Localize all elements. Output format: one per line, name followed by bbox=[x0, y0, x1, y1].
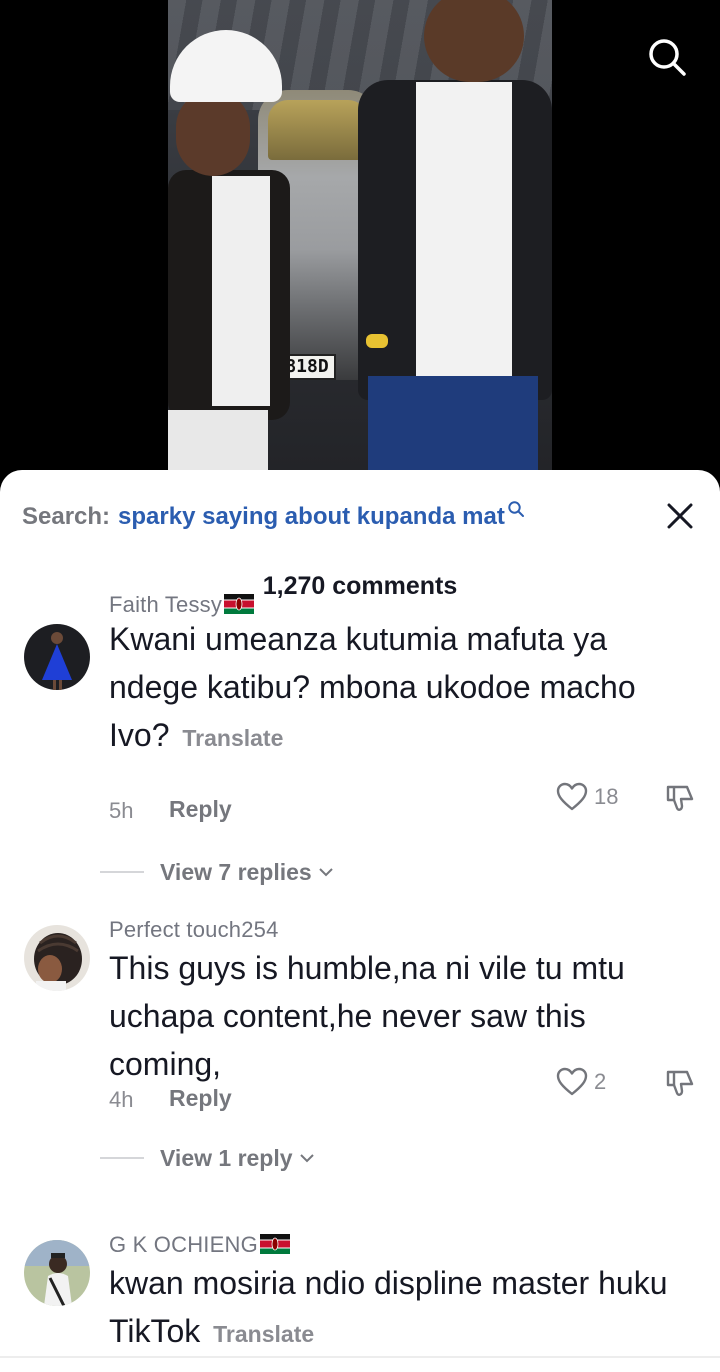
avatar[interactable] bbox=[24, 1240, 90, 1306]
like-count: 18 bbox=[594, 784, 619, 809]
person-left-pants bbox=[168, 410, 268, 470]
avatar-image bbox=[24, 925, 90, 991]
reply-button[interactable]: Reply bbox=[169, 1085, 232, 1112]
avatar[interactable] bbox=[24, 624, 90, 690]
comment-text: kwan mosiria ndio displine master huku T… bbox=[109, 1259, 699, 1358]
search-suggestion[interactable]: Search: sparky saying about kupanda mat bbox=[22, 500, 525, 534]
like-button[interactable]: 18 bbox=[556, 780, 626, 814]
divider bbox=[100, 1157, 144, 1159]
person-left-head bbox=[176, 90, 250, 176]
comment-item: Perfect touch254 This guys is humble,na … bbox=[0, 910, 720, 1210]
comment-time: 5h bbox=[109, 798, 134, 823]
comment-time: 4h bbox=[109, 1087, 134, 1112]
chevron-down-icon bbox=[319, 868, 333, 877]
translate-link[interactable]: Translate bbox=[182, 725, 283, 751]
person-right-jeans bbox=[368, 376, 538, 470]
search-icon bbox=[508, 501, 524, 517]
person-right-wristband bbox=[366, 334, 388, 348]
avatar-image bbox=[24, 624, 90, 690]
like-button[interactable]: 2 bbox=[556, 1065, 626, 1099]
video-frame: 818D bbox=[168, 0, 552, 470]
translate-link[interactable]: Translate bbox=[213, 1321, 314, 1347]
dislike-icon[interactable] bbox=[664, 782, 696, 814]
comment-text-body: kwan mosiria ndio displine master huku T… bbox=[109, 1265, 668, 1349]
close-icon[interactable] bbox=[664, 500, 696, 532]
comment-item: G K OCHIENG kwan mosiria ndio displine m… bbox=[0, 1225, 720, 1372]
comment-text-body: This guys is humble,na ni vile tu mtu uc… bbox=[109, 950, 625, 1082]
comment-item: Faith Tessy Kwani umeanza kutumia mafuta… bbox=[0, 592, 720, 900]
video-player[interactable]: 818D bbox=[0, 0, 720, 500]
view-replies-button[interactable]: View 1 reply bbox=[100, 1142, 315, 1174]
search-icon[interactable] bbox=[646, 36, 688, 78]
view-replies-text: View 1 reply bbox=[160, 1144, 293, 1171]
bottom-divider bbox=[0, 1356, 720, 1358]
search-prefix: Search: bbox=[22, 503, 111, 530]
person-left bbox=[168, 30, 290, 470]
comments-count: 1,270 comments bbox=[262, 572, 458, 600]
chevron-down-icon bbox=[299, 1154, 314, 1163]
comment-username[interactable]: Perfect touch254 bbox=[109, 917, 279, 943]
person-right-shirt bbox=[416, 82, 512, 386]
comment-text: Kwani umeanza kutumia mafuta ya ndege ka… bbox=[109, 615, 699, 762]
username-text: G K OCHIENG bbox=[109, 1232, 258, 1257]
search-query-link[interactable]: sparky saying about kupanda mat bbox=[118, 503, 505, 531]
dislike-icon[interactable] bbox=[664, 1067, 696, 1099]
heart-icon bbox=[556, 782, 588, 811]
comments-sheet: Search: sparky saying about kupanda mat … bbox=[0, 470, 720, 1372]
reply-button[interactable]: Reply bbox=[169, 796, 232, 823]
avatar[interactable] bbox=[24, 925, 90, 991]
kenya-flag-icon bbox=[224, 594, 255, 614]
avatar-image bbox=[24, 1240, 90, 1306]
person-right bbox=[358, 0, 552, 470]
username-text: Faith Tessy bbox=[109, 592, 223, 617]
comment-username[interactable]: G K OCHIENG bbox=[109, 1232, 290, 1258]
person-right-head bbox=[424, 0, 524, 82]
person-left-shirt bbox=[212, 176, 270, 406]
divider bbox=[100, 871, 144, 873]
like-count: 2 bbox=[594, 1069, 607, 1094]
view-replies-button[interactable]: View 7 replies bbox=[100, 856, 334, 888]
heart-icon bbox=[556, 1067, 588, 1096]
username-text: Perfect touch254 bbox=[109, 917, 279, 942]
kenya-flag-icon bbox=[259, 1234, 290, 1254]
view-replies-text: View 7 replies bbox=[160, 858, 312, 885]
